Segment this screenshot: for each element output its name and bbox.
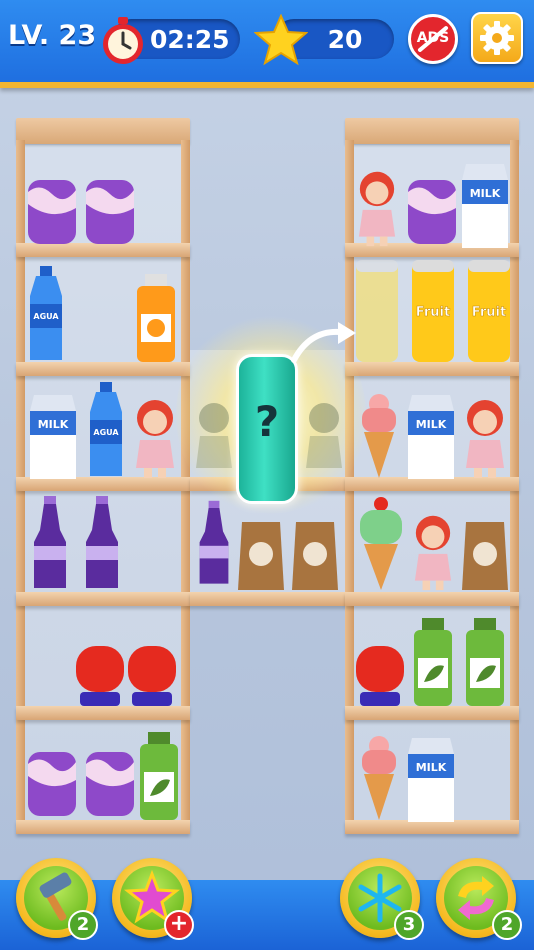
- water-bottle-icon[interactable]: AGUA: [88, 382, 124, 480]
- shelf-right-board-4: [345, 592, 519, 606]
- timer-text: 02:25: [150, 25, 230, 54]
- arrow-icon: [291, 322, 356, 363]
- star-icon: [254, 14, 308, 66]
- milk-carton-icon[interactable]: MILK: [28, 395, 78, 480]
- water-bottle-icon[interactable]: AGUA: [28, 266, 64, 364]
- svg-text:AGUA: AGUA: [33, 312, 59, 321]
- green-juice-icon[interactable]: [412, 618, 454, 708]
- green-juice-icon[interactable]: [464, 618, 506, 708]
- soda-bottle-icon[interactable]: [30, 496, 70, 592]
- yogurt-cup-icon[interactable]: [406, 178, 458, 248]
- doll-icon[interactable]: [352, 168, 402, 248]
- no-ads-button[interactable]: ADS: [408, 14, 458, 64]
- svg-text:AGUA: AGUA: [93, 428, 119, 437]
- doll-icon: [196, 403, 232, 468]
- ice-cream-icon[interactable]: [356, 392, 402, 480]
- fruit-can-icon[interactable]: [354, 258, 400, 364]
- doll-icon[interactable]: [130, 396, 180, 480]
- milk-carton-icon[interactable]: MILK: [460, 164, 510, 249]
- svg-text:MILK: MILK: [416, 761, 447, 774]
- mystery-can[interactable]: ?: [236, 354, 298, 504]
- coffee-bag-icon[interactable]: [236, 518, 286, 592]
- svg-text:Fruit: Fruit: [472, 305, 506, 320]
- fruit-can-icon[interactable]: Fruit: [466, 258, 512, 364]
- boxing-glove-icon[interactable]: [354, 642, 408, 708]
- shelf-left-board-4: [16, 592, 190, 606]
- doll-icon[interactable]: [460, 396, 510, 480]
- yogurt-cup-icon[interactable]: [84, 178, 136, 248]
- soda-bottle-icon[interactable]: [82, 496, 122, 592]
- shelf-left-top: [16, 118, 190, 144]
- green-juice-icon[interactable]: [138, 732, 180, 822]
- shelf-left-board-2: [16, 362, 190, 376]
- yogurt-cup-icon[interactable]: [26, 178, 78, 248]
- ice-cream-icon[interactable]: [356, 494, 406, 592]
- svg-text:Fruit: Fruit: [416, 305, 450, 320]
- shelf-left-board-6: [16, 820, 190, 834]
- milk-carton-icon[interactable]: MILK: [406, 395, 456, 480]
- boxing-gloves-icon[interactable]: [74, 642, 180, 708]
- level-label: LV. 23: [8, 20, 97, 51]
- ice-cream-icon[interactable]: [356, 734, 402, 822]
- stopwatch-icon: [103, 17, 143, 64]
- add-star-badge[interactable]: +: [164, 910, 194, 940]
- shelf-right-board-5: [345, 706, 519, 720]
- svg-text:MILK: MILK: [416, 418, 447, 431]
- gear-icon: [480, 21, 514, 55]
- freeze-count-badge: 3: [394, 910, 424, 940]
- fruit-can-icon[interactable]: Fruit: [410, 258, 456, 364]
- svg-text:MILK: MILK: [38, 418, 69, 431]
- mystery-symbol: ?: [254, 397, 280, 446]
- yogurt-cup-icon[interactable]: [26, 750, 78, 820]
- yogurt-cup-icon[interactable]: [84, 750, 136, 820]
- stars-count: 20: [327, 25, 363, 54]
- coffee-bag-icon[interactable]: [460, 518, 510, 592]
- settings-button[interactable]: [471, 12, 523, 64]
- shelf-left-board-5: [16, 706, 190, 720]
- doll-icon: [306, 403, 342, 468]
- shelf-right-board-2: [345, 362, 519, 376]
- milk-carton-icon[interactable]: MILK: [406, 738, 456, 823]
- coffee-bag-icon[interactable]: [290, 518, 340, 592]
- doll-icon[interactable]: [408, 512, 458, 592]
- svg-text:MILK: MILK: [470, 187, 501, 200]
- shuffle-count-badge: 2: [492, 910, 522, 940]
- orange-juice-icon[interactable]: [135, 274, 177, 364]
- soda-bottle-icon[interactable]: [196, 496, 232, 592]
- hammer-count-badge: 2: [68, 910, 98, 940]
- shelf-middle-board-2: [190, 592, 346, 606]
- shelf-right-top: [345, 118, 519, 144]
